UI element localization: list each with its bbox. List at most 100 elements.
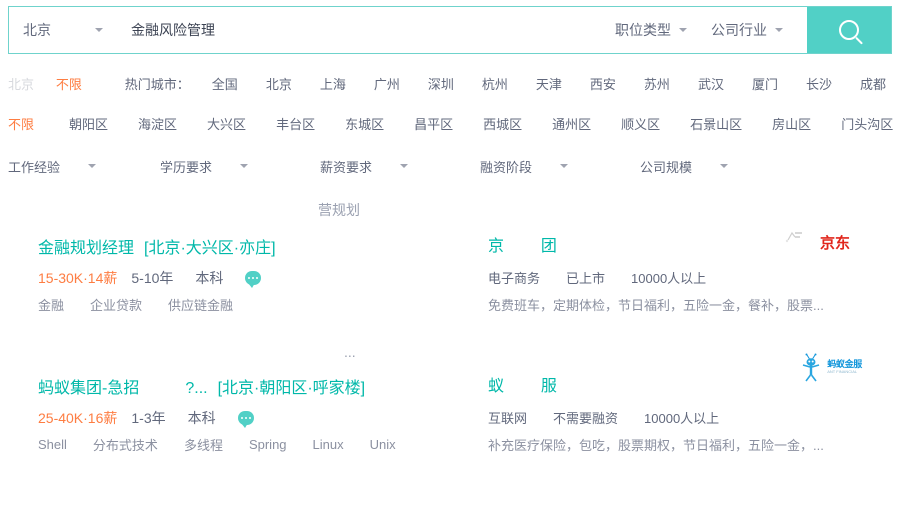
job-type-label: 职位类型	[615, 22, 671, 38]
city-option[interactable]: 全国	[198, 74, 252, 93]
job-experience: 5-10年	[131, 270, 174, 286]
company-info-column: 京 团 电子商务 已上市 10000人以上 免费班车，定期体检，节日福利，五险一…	[488, 200, 892, 340]
chat-bubble-icon[interactable]	[237, 411, 254, 428]
job-meta-line: 25-40K·16薪 1-3年 本科 ...	[38, 344, 488, 428]
current-city-label: 北京	[8, 76, 35, 92]
city-option[interactable]: 杭州	[468, 74, 522, 93]
job-type-dropdown[interactable]: 职位类型	[615, 7, 711, 53]
job-title[interactable]: 金融规划经理	[38, 234, 134, 258]
jd-dog-mascot-icon	[785, 231, 802, 243]
filter-label: 薪资要求	[320, 159, 373, 175]
city-option[interactable]: 长沙	[792, 74, 846, 93]
job-title-line: 蚂蚁集团-急招 ?... [北京·朝阳区·呼家楼]	[8, 374, 488, 398]
job-education: 本科	[187, 410, 216, 426]
district-option[interactable]: 昌平区	[399, 114, 468, 133]
chevron-down-icon	[95, 28, 103, 32]
ant-logo-subtext: ANT FINANCIAL	[827, 368, 858, 374]
district-filter-row: 不限 朝阳区 海淀区 大兴区 丰台区 东城区 昌平区 西城区 通州区 顺义区 石…	[0, 106, 900, 140]
job-list-item[interactable]: 金融规划经理 [北京·大兴区·亦庄] 15-30K·14薪 5-10年 本科 营…	[0, 200, 900, 340]
district-option[interactable]: 丰台区	[261, 114, 330, 133]
city-selector-label: 北京	[23, 22, 51, 38]
district-option[interactable]: 顺义区	[606, 114, 675, 133]
filter-salary[interactable]: 薪资要求	[320, 157, 480, 176]
city-selector[interactable]: 北京	[9, 7, 117, 53]
chevron-down-icon	[679, 28, 687, 32]
search-button[interactable]	[807, 7, 891, 53]
company-name-part1: 蚁	[488, 378, 505, 395]
job-salary: 25-40K·16薪	[38, 410, 118, 426]
city-option[interactable]: 西安	[576, 74, 630, 93]
city-filter-row: 北京 不限 热门城市： 全国 北京 上海 广州 深圳 杭州 天津 西安 苏州 武…	[0, 66, 900, 100]
district-option[interactable]: 大兴区	[192, 114, 261, 133]
job-tag: 金融	[38, 298, 65, 313]
city-option[interactable]: 武汉	[684, 74, 738, 93]
filter-label: 工作经验	[8, 159, 61, 175]
job-location: [北京·大兴区·亦庄]	[144, 240, 276, 257]
job-tag: 多线程	[183, 438, 223, 453]
company-size: 10000人以上	[644, 411, 720, 426]
search-icon	[839, 20, 859, 40]
job-tag: 供应链金融	[168, 298, 234, 313]
recruiter-partial-text: ...	[344, 344, 356, 360]
district-option[interactable]: 门头沟区	[826, 114, 900, 133]
city-option[interactable]: 成都	[846, 74, 900, 93]
job-tag: Shell	[38, 437, 67, 452]
industry-dropdown[interactable]: 公司行业	[711, 7, 807, 53]
filter-experience[interactable]: 工作经验	[0, 157, 160, 176]
industry-label: 公司行业	[711, 22, 767, 38]
advanced-filter-row: 工作经验 学历要求 薪资要求 融资阶段 公司规模	[0, 148, 900, 184]
job-tag: Linux	[312, 437, 344, 452]
chevron-down-icon	[560, 164, 569, 168]
company-logo: 蚂蚁金服 ANT FINANCIAL	[800, 352, 862, 382]
hot-cities-label: 热门城市：	[124, 76, 190, 92]
district-option[interactable]: 通州区	[537, 114, 606, 133]
district-option[interactable]: 东城区	[330, 114, 399, 133]
chevron-down-icon	[88, 164, 97, 168]
company-info-column: 蚁 服 互联网 不需要融资 10000人以上 补充医疗保险，包吃，股票期权，节日…	[488, 340, 892, 480]
job-tag: 分布式技术	[92, 438, 158, 453]
district-option[interactable]: 石景山区	[675, 114, 757, 133]
job-title[interactable]: 蚂蚁集团-急招	[38, 374, 139, 398]
company-meta: 互联网 不需要融资 10000人以上	[488, 408, 892, 427]
district-option[interactable]: 朝阳区	[54, 114, 123, 133]
company-size: 10000人以上	[631, 271, 707, 286]
filter-label: 学历要求	[160, 159, 213, 175]
district-option[interactable]: 海淀区	[123, 114, 192, 133]
chevron-down-icon	[775, 28, 783, 32]
city-option[interactable]: 苏州	[630, 74, 684, 93]
district-option[interactable]: 房山区	[757, 114, 826, 133]
city-option[interactable]: 天津	[522, 74, 576, 93]
job-tag: 企业贷款	[90, 298, 143, 313]
company-logo: 京东	[776, 218, 850, 258]
city-option[interactable]: 北京	[252, 74, 306, 93]
job-tags: 金融 企业贷款 供应链金融	[38, 295, 259, 314]
district-unlimited-option[interactable]: 不限	[0, 114, 54, 133]
company-name-part1: 京	[488, 238, 505, 255]
search-input[interactable]	[117, 7, 615, 53]
jd-logo-text: 京东	[819, 235, 850, 252]
search-bar: 北京 职位类型 公司行业	[8, 6, 892, 54]
city-option[interactable]: 广州	[360, 74, 414, 93]
job-list-item[interactable]: 蚂蚁集团-急招 ?... [北京·朝阳区·呼家楼] 25-40K·16薪 1-3…	[0, 340, 900, 480]
city-option[interactable]: 深圳	[414, 74, 468, 93]
recruiter-partial-text: 营规划	[318, 202, 360, 218]
company-name-part2: 服	[540, 378, 557, 395]
district-option[interactable]: 西城区	[468, 114, 537, 133]
filter-company-size[interactable]: 公司规模	[640, 157, 800, 176]
company-name-part2: 团	[540, 238, 557, 255]
city-option[interactable]: 厦门	[738, 74, 792, 93]
chat-bubble-icon[interactable]	[245, 271, 262, 288]
job-info-column: 金融规划经理 [北京·大兴区·亦庄] 15-30K·14薪 5-10年 本科 营…	[8, 200, 488, 340]
city-unlimited-option[interactable]: 不限	[56, 74, 125, 93]
job-tag: Spring	[248, 437, 287, 452]
chevron-down-icon	[400, 164, 409, 168]
filter-label: 融资阶段	[480, 159, 533, 175]
ant-logo-text-block: 蚂蚁金服 ANT FINANCIAL	[827, 359, 862, 374]
filter-education[interactable]: 学历要求	[160, 157, 320, 176]
city-option[interactable]: 上海	[306, 74, 360, 93]
company-stage: 已上市	[566, 271, 606, 286]
job-tags: Shell 分布式技术 多线程 Spring Linux Unix	[38, 435, 422, 454]
company-industry: 互联网	[488, 411, 528, 426]
filter-funding-stage[interactable]: 融资阶段	[480, 157, 640, 176]
job-meta-line: 15-30K·14薪 5-10年 本科 营规划	[38, 202, 488, 288]
